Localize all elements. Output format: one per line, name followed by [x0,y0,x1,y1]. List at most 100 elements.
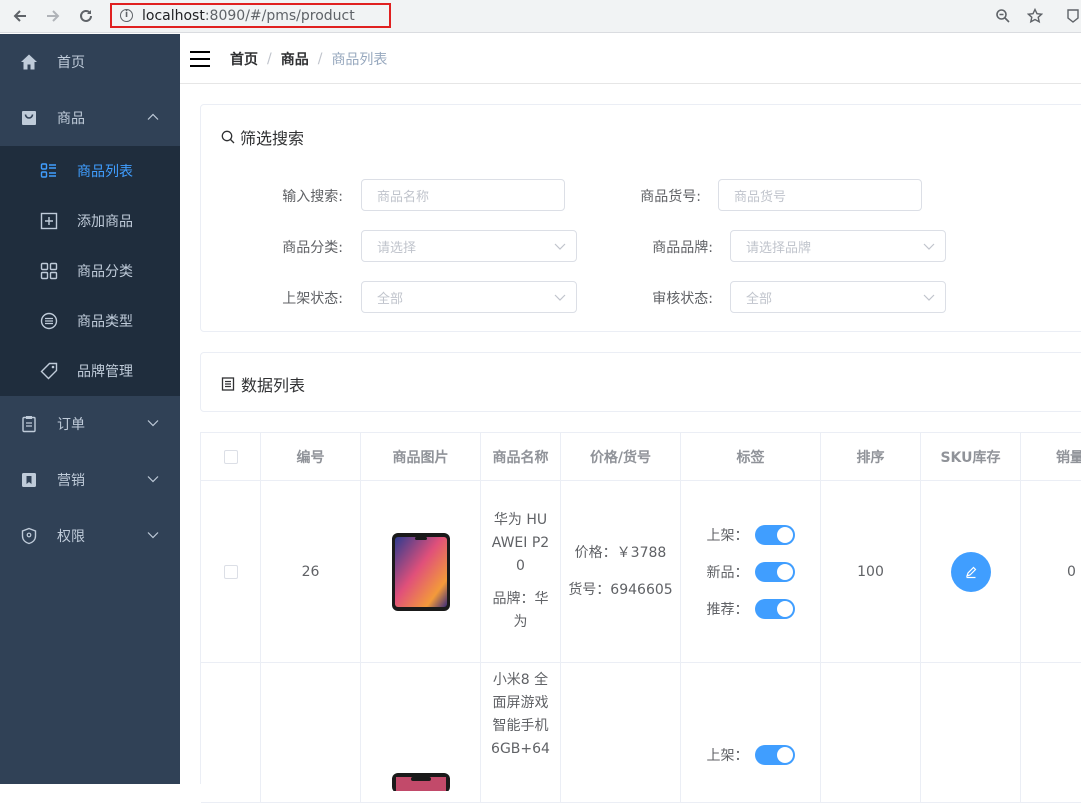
filter-title: 筛选搜索 [221,125,304,149]
brand-select[interactable]: 请选择品牌 [730,230,946,262]
sidebar: 首页 商品 商品列表 添加商品 商品分类 商品类型 品牌管理 订单 营销 权限 [0,34,180,784]
search-icon [221,130,235,144]
product-sales: 0 [1021,481,1081,663]
chevron-down-icon [554,243,566,250]
column-header: 标签 [681,433,821,481]
chevron-down-icon [923,294,935,301]
category-select[interactable]: 请选择 [361,230,577,262]
row-checkbox-cell [201,663,261,803]
breadcrumb-product[interactable]: 商品 [281,49,309,69]
sidebar-item-permission[interactable]: 权限 [0,508,180,564]
extension-shield-icon[interactable] [1063,6,1081,26]
info-icon[interactable]: i [120,9,133,22]
grid-icon [40,262,58,280]
select-all-cell [201,433,261,481]
navbar: 首页 / 商品 / 商品列表 [180,34,1081,84]
sidebar-item-label: 订单 [57,417,85,433]
product-image [391,532,450,611]
sidebar-item-product-type[interactable]: 商品类型 [0,296,180,346]
column-header: SKU库存 [921,433,1021,481]
price-sn-cell [561,663,681,803]
sidebar-item-label: 商品分类 [77,264,133,280]
new-switch[interactable] [754,561,795,582]
sidebar-item-brand[interactable]: 品牌管理 [0,346,180,396]
category-label: 商品分类: [282,240,343,256]
tag-new: 新品： [707,553,795,590]
product-sort [821,663,921,803]
product-brand: 品牌：华 为 [492,591,549,630]
sidebar-item-order[interactable]: 订单 [0,396,180,452]
search-label: 输入搜索: [282,189,343,205]
sidebar-item-label: 营销 [57,473,85,489]
row-checkbox[interactable] [223,564,238,579]
breadcrumb-separator: / [317,50,323,67]
breadcrumb-home[interactable]: 首页 [230,49,258,69]
product-name-cell: 小米8 全 面屏游戏 智能手机 6GB+64 [481,663,561,803]
sku-cell [921,663,1021,803]
product-sn-input[interactable]: 商品货号 [718,179,922,211]
select-all-checkbox[interactable] [223,449,238,464]
chevron-up-icon [147,113,159,120]
sku-cell [921,481,1021,663]
product-name: 华为 HU AWEI P2 0 [491,512,550,574]
list-icon [40,162,58,180]
product-id [261,663,361,803]
sidebar-item-label: 商品类型 [77,314,133,330]
verify-status-select[interactable]: 全部 [730,281,946,313]
chevron-down-icon [923,243,935,250]
url-highlight[interactable]: i localhost:8090/#/pms/product [110,3,391,28]
plus-square-icon [40,212,58,230]
edit-sku-button[interactable] [950,551,991,592]
product-sn-label: 商品货号: [640,189,701,205]
filter-title-text: 筛选搜索 [240,129,305,148]
submenu-product: 商品列表 添加商品 商品分类 商品类型 品牌管理 [0,146,180,396]
product-name-cell: 华为 HU AWEI P2 0 品牌：华 为 [481,481,561,663]
product-image [391,773,450,791]
bookmark-icon [20,471,38,489]
bookmark-star-icon[interactable] [1025,6,1045,26]
document-icon [221,377,235,391]
clipboard-icon [20,415,38,433]
browser-toolbar: i localhost:8090/#/pms/product [0,0,1081,33]
reload-icon[interactable] [76,6,96,26]
row-checkbox-cell [201,481,261,663]
back-arrow-icon[interactable] [10,6,30,26]
main-content: 筛选搜索 输入搜索: 商品名称 商品货号: 商品货号 商品分类: 请选择 商品品… [180,84,1081,803]
verify-status-label: 审核状态: [652,291,713,307]
product-price: 价格：￥3788 [574,544,667,561]
forward-arrow-icon[interactable] [43,6,63,26]
column-header: 商品图片 [361,433,481,481]
sidebar-item-add-product[interactable]: 添加商品 [0,196,180,246]
price-sn-cell: 价格：￥3788 货号：6946605 [561,481,681,663]
sidebar-item-label: 商品 [57,111,85,127]
publish-status-label: 上架状态: [282,291,343,307]
lines-circle-icon [40,312,58,330]
sidebar-item-label: 品牌管理 [77,364,133,380]
publish-switch[interactable] [754,524,795,545]
product-sn: 货号：6946605 [568,581,673,598]
chevron-down-icon [147,532,159,539]
tag-publish: 上架： [707,516,795,553]
sidebar-item-product-list[interactable]: 商品列表 [0,146,180,196]
recommend-switch[interactable] [754,598,795,619]
product-sales [1021,663,1081,803]
publish-switch[interactable] [754,744,795,765]
sidebar-item-home[interactable]: 首页 [0,34,180,90]
column-header: 价格/货号 [561,433,681,481]
hamburger-icon[interactable] [190,50,210,67]
column-header: 排序 [821,433,921,481]
breadcrumb-separator: / [267,50,272,67]
sidebar-item-product-category[interactable]: 商品分类 [0,246,180,296]
url-host: localhost [142,7,205,24]
sidebar-item-product[interactable]: 商品 [0,90,180,146]
zoom-icon[interactable] [993,6,1013,26]
product-name-input[interactable]: 商品名称 [361,179,565,211]
breadcrumb-current: 商品列表 [331,51,388,68]
sidebar-item-marketing[interactable]: 营销 [0,452,180,508]
column-header: 销量 [1021,433,1081,481]
shield-icon [20,527,38,545]
sidebar-item-label: 首页 [57,55,85,71]
chevron-down-icon [554,294,566,301]
brand-label: 商品品牌: [652,240,713,256]
publish-status-select[interactable]: 全部 [361,281,577,313]
